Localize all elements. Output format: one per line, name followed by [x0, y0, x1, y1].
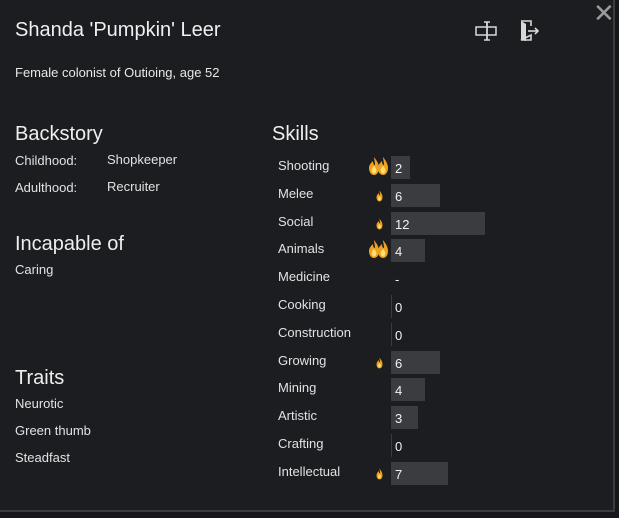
trait-item[interactable]: Neurotic	[15, 396, 63, 411]
skills-heading: Skills	[272, 123, 319, 145]
skill-name: Cooking	[278, 297, 326, 312]
skill-level-value: 0	[395, 300, 403, 315]
skill-name: Melee	[278, 186, 314, 201]
skill-name: Intellectual	[278, 464, 341, 479]
skill-level-bar	[391, 434, 392, 457]
trait-item[interactable]: Green thumb	[15, 423, 91, 438]
traits-heading: Traits	[15, 367, 65, 389]
skill-name: Artistic	[278, 408, 317, 423]
major-passion-icon	[368, 239, 390, 264]
minor-passion-icon	[375, 189, 384, 207]
skill-name: Social	[278, 214, 314, 229]
skill-name: Growing	[278, 353, 327, 368]
minor-passion-icon	[375, 217, 384, 235]
skill-level-value: 6	[395, 356, 403, 371]
skill-level-value: 12	[395, 217, 410, 232]
adulthood-label: Adulthood:	[15, 180, 78, 195]
skill-level-value: 0	[395, 328, 403, 343]
incapable-heading: Incapable of	[15, 233, 124, 255]
minor-passion-icon	[375, 467, 384, 485]
rename-icon[interactable]	[475, 20, 497, 42]
skill-level-value: 4	[395, 244, 403, 259]
skill-level-value: 0	[395, 439, 403, 454]
minor-passion-icon	[375, 356, 384, 374]
skill-level-value: 2	[395, 161, 403, 176]
incapable-item[interactable]: Caring	[15, 262, 53, 277]
skill-level-value: 3	[395, 411, 403, 426]
backstory-heading: Backstory	[15, 123, 103, 145]
skill-level-value: 4	[395, 383, 403, 398]
skill-name: Medicine	[278, 269, 331, 284]
skill-level-value: 7	[395, 467, 403, 482]
banish-icon[interactable]	[518, 20, 540, 42]
skill-level-bar	[391, 295, 392, 318]
childhood-label: Childhood:	[15, 153, 78, 168]
close-icon[interactable]: ✕	[593, 0, 615, 26]
skill-name: Shooting	[278, 158, 330, 173]
major-passion-icon	[368, 156, 390, 181]
skill-name: Animals	[278, 241, 325, 256]
skill-level-bar	[391, 323, 392, 346]
skill-level-value: -	[395, 272, 400, 287]
pawn-description: Female colonist of Outioing, age 52	[15, 65, 220, 80]
adulthood-value[interactable]: Recruiter	[107, 179, 160, 194]
pawn-name: Shanda 'Pumpkin' Leer	[15, 19, 221, 41]
childhood-value[interactable]: Shopkeeper	[107, 152, 177, 167]
skill-level-value: 6	[395, 189, 403, 204]
skill-name: Crafting	[278, 436, 324, 451]
skill-name: Construction	[278, 325, 351, 340]
skill-name: Mining	[278, 380, 317, 395]
trait-item[interactable]: Steadfast	[15, 450, 70, 465]
character-card-window: Shanda 'Pumpkin' Leer ✕ Female colonist …	[0, 0, 615, 512]
